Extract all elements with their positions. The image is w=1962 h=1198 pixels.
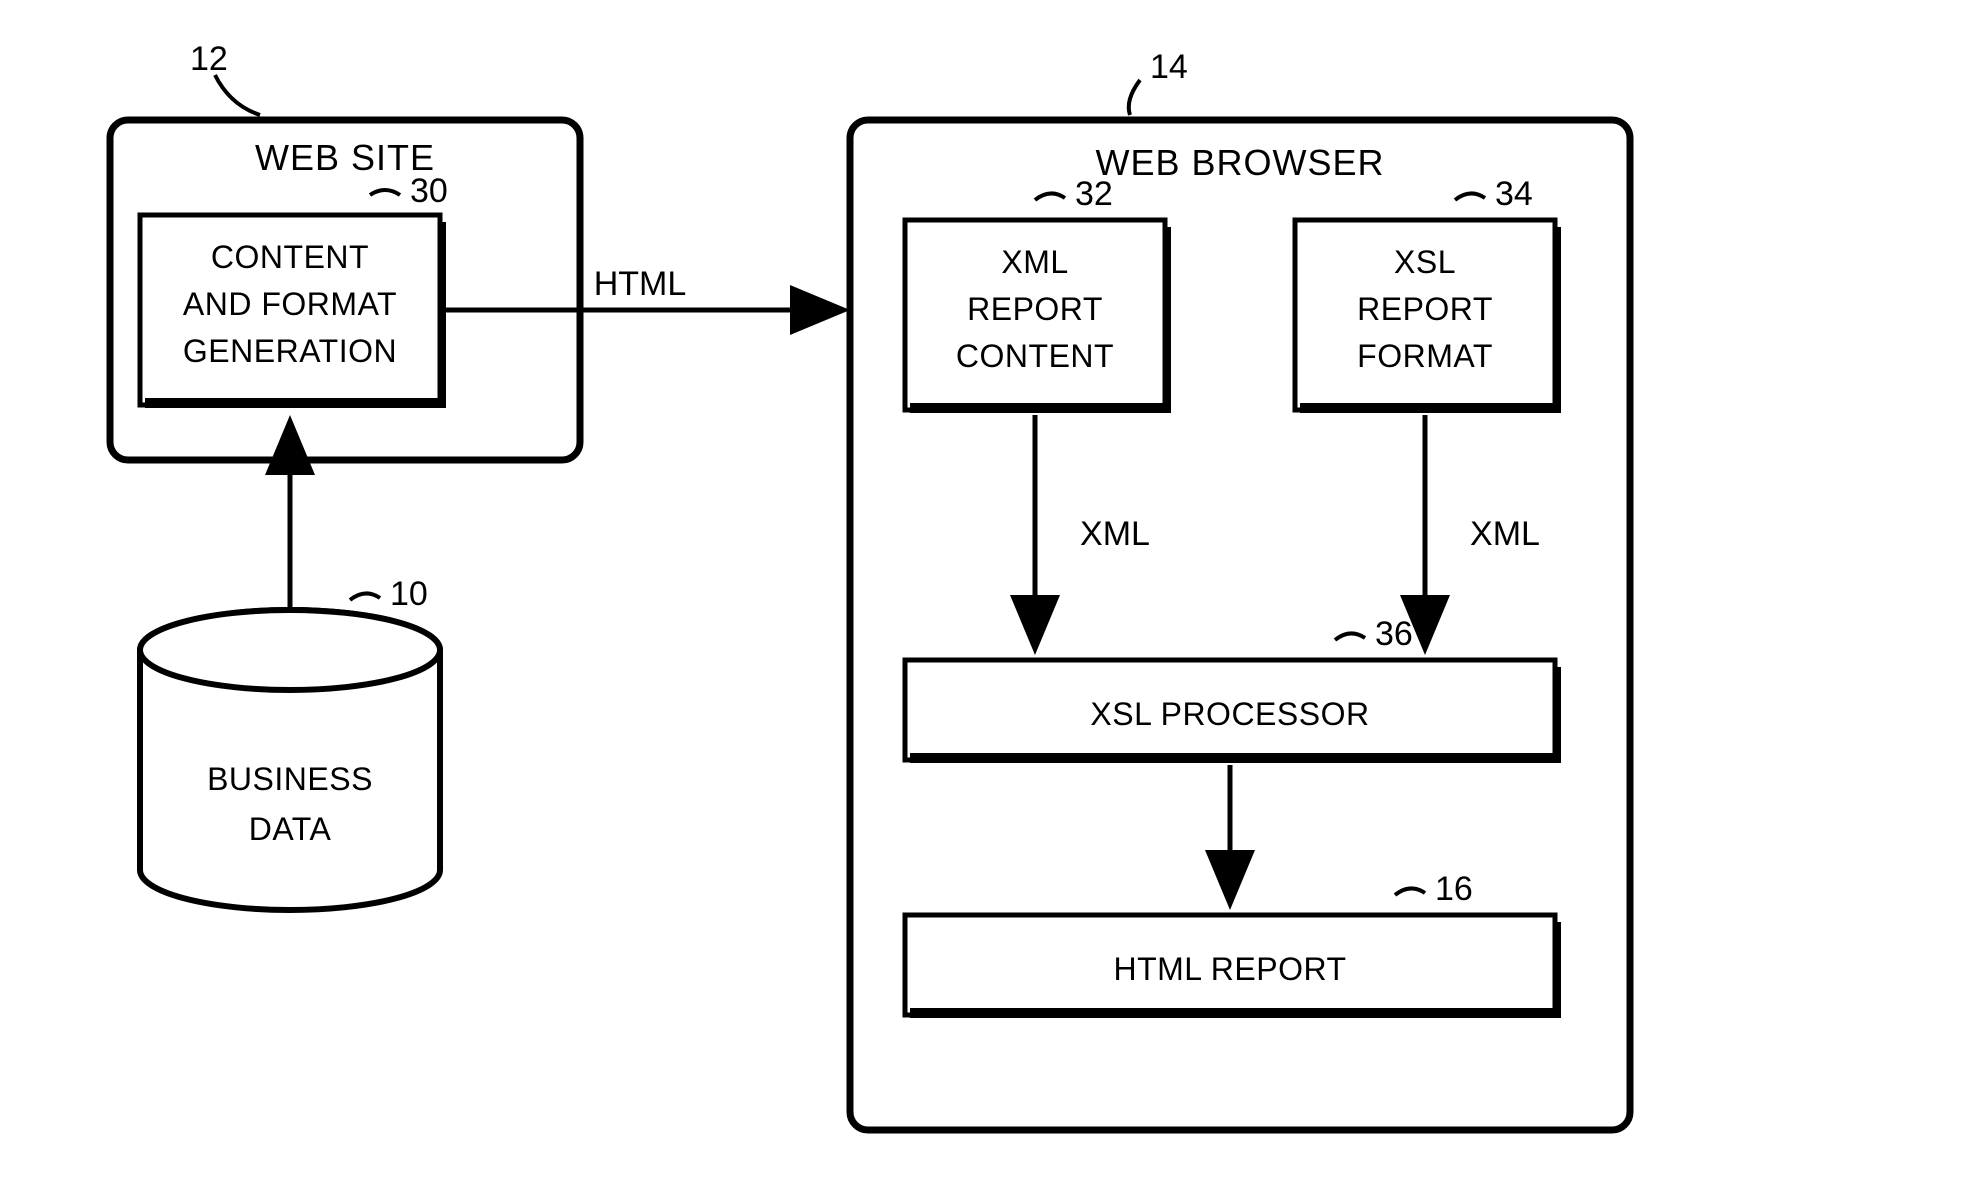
architecture-diagram: 12 WEB SITE 30 CONTENT AND FORMAT GENERA… (0, 0, 1962, 1198)
arrow-xml-right-label: XML (1470, 515, 1540, 553)
xsl-format-l2: REPORT (1357, 291, 1493, 327)
arrow-xml-left-label: XML (1080, 515, 1150, 553)
content-gen-l1: CONTENT (211, 239, 369, 275)
business-data-l2: DATA (249, 811, 332, 847)
arrow-html-label: HTML (594, 265, 687, 303)
ref-14: 14 (1150, 48, 1188, 86)
ref-12: 12 (190, 40, 228, 78)
html-report-label: HTML REPORT (1113, 951, 1346, 987)
xml-content-l3: CONTENT (956, 338, 1114, 374)
content-gen-l2: AND FORMAT (183, 286, 397, 322)
ref-34: 34 (1495, 175, 1533, 213)
xsl-format-l1: XSL (1394, 244, 1456, 280)
ref-16: 16 (1435, 870, 1473, 908)
xml-content-l1: XML (1001, 244, 1068, 280)
business-data-cylinder: BUSINESS DATA (140, 610, 440, 910)
web-browser-title: WEB BROWSER (1095, 142, 1384, 183)
ref-30: 30 (410, 172, 448, 210)
web-site-title: WEB SITE (255, 137, 435, 178)
ref-32: 32 (1075, 175, 1113, 213)
content-gen-l3: GENERATION (183, 333, 397, 369)
ref-10: 10 (390, 575, 428, 613)
business-data-l1: BUSINESS (207, 761, 373, 797)
ref-36: 36 (1375, 615, 1413, 653)
xml-content-l2: REPORT (967, 291, 1103, 327)
xsl-format-l3: FORMAT (1357, 338, 1493, 374)
xsl-processor-label: XSL PROCESSOR (1090, 696, 1369, 732)
